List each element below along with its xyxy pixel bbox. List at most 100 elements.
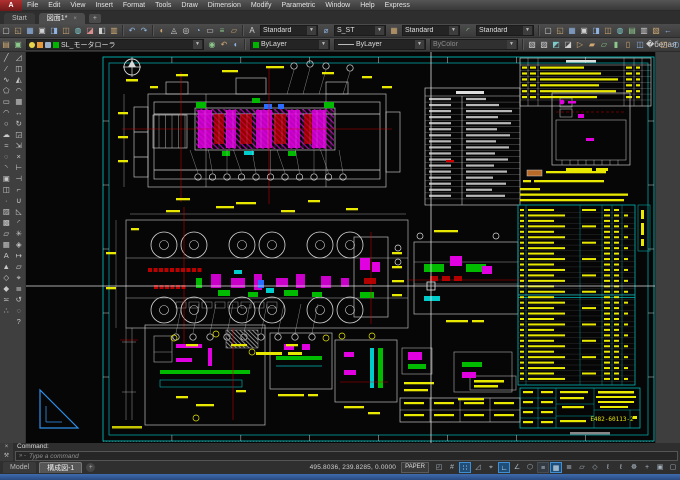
polygon-tool-icon[interactable]: ⬠ [1,85,12,96]
layer-lock-icon[interactable]: ▮ [610,39,622,51]
spline-tool-icon[interactable]: ≈ [1,140,12,151]
layer-states-icon[interactable]: ▣ [12,39,24,51]
polyline-tool-icon[interactable]: ∿ [1,74,12,85]
autoscale-icon[interactable]: ℓ [615,462,627,473]
layer-walk-icon[interactable]: ▷ [574,39,586,51]
menu-insert[interactable]: Insert [90,0,118,11]
table-tool-icon[interactable]: ▦ [1,239,12,250]
add-layout-button[interactable]: + [86,463,95,472]
menu-draw[interactable]: Draw [176,0,202,11]
make-block-tool-icon[interactable]: ◫ [1,184,12,195]
menu-express[interactable]: Express [380,0,415,11]
copy-tool-icon[interactable]: ◫ [13,63,24,74]
close-icon[interactable]: × [5,444,9,451]
match-properties-icon[interactable]: ◐ [156,25,168,37]
divide-tool-icon[interactable]: ∴ [1,305,12,316]
layer-merge-icon[interactable]: ▰ [586,39,598,51]
rectangle-tool-icon[interactable]: ▭ [1,96,12,107]
ungroup-tool-icon[interactable]: ◆ [1,283,12,294]
layer-delete-icon[interactable]: ▱ [598,39,610,51]
break-tool-icon[interactable]: ⌐ [13,184,24,195]
trim-tool-icon[interactable]: × [13,151,24,162]
publish2-icon[interactable]: ◫ [602,25,614,37]
mirror-tool-icon[interactable]: ◭ [13,74,24,85]
dist-tool-icon[interactable]: ↦ [13,250,24,261]
insert-block-tool-icon[interactable]: ▣ [1,173,12,184]
circle-tool-icon[interactable]: ○ [1,118,12,129]
text-style-combo[interactable]: Standard ▼ [260,25,318,36]
area-tool-icon[interactable]: ▱ [13,261,24,272]
3d-dwf-icon[interactable]: ◍ [72,25,84,37]
layer-combo[interactable]: SL_モータローラ ▼ [26,39,204,50]
ortho-mode-icon[interactable]: ∟ [498,462,510,473]
save-file-icon[interactable]: ▦ [566,25,578,37]
regen-tool-icon[interactable]: ↺ [13,294,24,305]
revision-cloud-tool-icon[interactable]: ☁ [1,129,12,140]
layer-unisolate-icon[interactable]: ▨ [538,39,550,51]
dim-style-icon[interactable]: ⌀ [320,25,332,37]
text-style-icon[interactable]: A [246,25,258,37]
scale-tool-icon[interactable]: ◲ [13,129,24,140]
annotation-visibility-icon[interactable]: ℓ [602,462,614,473]
sheetset-icon[interactable]: ▥ [638,25,650,37]
fillet-tool-icon[interactable]: ◜ [13,217,24,228]
menu-tools[interactable]: Tools [150,0,176,11]
chevron-down-icon[interactable]: ▼ [415,40,424,49]
tab-layout-1[interactable]: 構成図-1 [39,462,82,473]
selection-cycling-icon[interactable]: ◇ [589,462,601,473]
field-icon[interactable]: ▧ [650,25,662,37]
move-tool-icon[interactable]: ↔ [13,107,24,118]
array-tool-icon[interactable]: ▦ [13,96,24,107]
chevron-down-icon[interactable]: ▼ [375,26,384,35]
object-snap-icon[interactable]: ▦ [550,462,562,473]
linetype-combo[interactable]: ByLayer ▼ [334,39,426,50]
gradient-tool-icon[interactable]: ▩ [1,217,12,228]
block-editor-icon[interactable]: ◬ [168,25,180,37]
addsel-tool-icon[interactable]: ▲ [1,261,12,272]
offset-tool-icon[interactable]: ◠ [13,85,24,96]
osnap-tool-icon[interactable]: ◈ [13,239,24,250]
menu-modify[interactable]: Modify [246,0,277,11]
command-input[interactable]: » - Type a command [15,451,678,461]
publish-icon[interactable]: ◫ [60,25,72,37]
new-tab-button[interactable]: + [89,14,101,23]
chevron-down-icon[interactable]: ▼ [307,26,316,35]
tab-close-icon[interactable]: × [73,16,77,22]
plot2-icon[interactable]: ▣ [578,25,590,37]
customize-wrench-icon[interactable]: ⚒ [4,453,9,460]
undo-icon[interactable]: ↶ [126,25,138,37]
dynamic-input-icon[interactable]: ⌖ [485,462,497,473]
snap-mode-icon[interactable]: ∷ [459,462,471,473]
menu-edit[interactable]: Edit [43,0,65,11]
save-icon[interactable]: ▦ [24,25,36,37]
tab-model[interactable]: Model [3,462,36,473]
layer-vpfreeze-icon[interactable]: �белая [646,39,658,51]
annotate-icon[interactable]: ◳ [658,39,670,51]
layer-match-icon[interactable]: ◐ [230,39,242,51]
polar-tracking-icon[interactable]: ∠ [511,462,523,473]
stretch-tool-icon[interactable]: ⇲ [13,140,24,151]
layer-properties-icon[interactable]: ▤ [0,39,12,51]
express-icon[interactable]: ◴ [670,39,680,51]
etransmit-icon[interactable]: ◍ [614,25,626,37]
chevron-down-icon[interactable]: ▼ [523,26,532,35]
open-folder-icon[interactable]: ◱ [554,25,566,37]
table-style-combo[interactable]: Standard ▼ [402,25,460,36]
ellipse-tool-icon[interactable]: ◌ [1,151,12,162]
layer-unlock-icon[interactable]: ▯ [622,39,634,51]
plot-preview-icon[interactable]: ◨ [48,25,60,37]
paper-space-button[interactable]: PAPER [401,462,429,473]
plus-icon[interactable]: + [641,462,653,473]
lineweight-icon[interactable]: ≣ [563,462,575,473]
clean-screen-icon[interactable]: ▢ [667,462,679,473]
chamfer-tool-icon[interactable]: ◺ [13,206,24,217]
menu-window[interactable]: Window [320,0,355,11]
plot-icon[interactable]: ▣ [36,25,48,37]
isolate-objects-icon[interactable]: ▣ [654,462,666,473]
construction-line-tool-icon[interactable]: ⁄ [1,63,12,74]
copy-clip-icon[interactable]: ◧ [96,25,108,37]
properties-icon[interactable]: ≡ [216,25,228,37]
line-tool-icon[interactable]: ╱ [1,52,12,63]
chevron-down-icon[interactable]: ▼ [319,40,328,49]
menu-help[interactable]: Help [355,0,379,11]
